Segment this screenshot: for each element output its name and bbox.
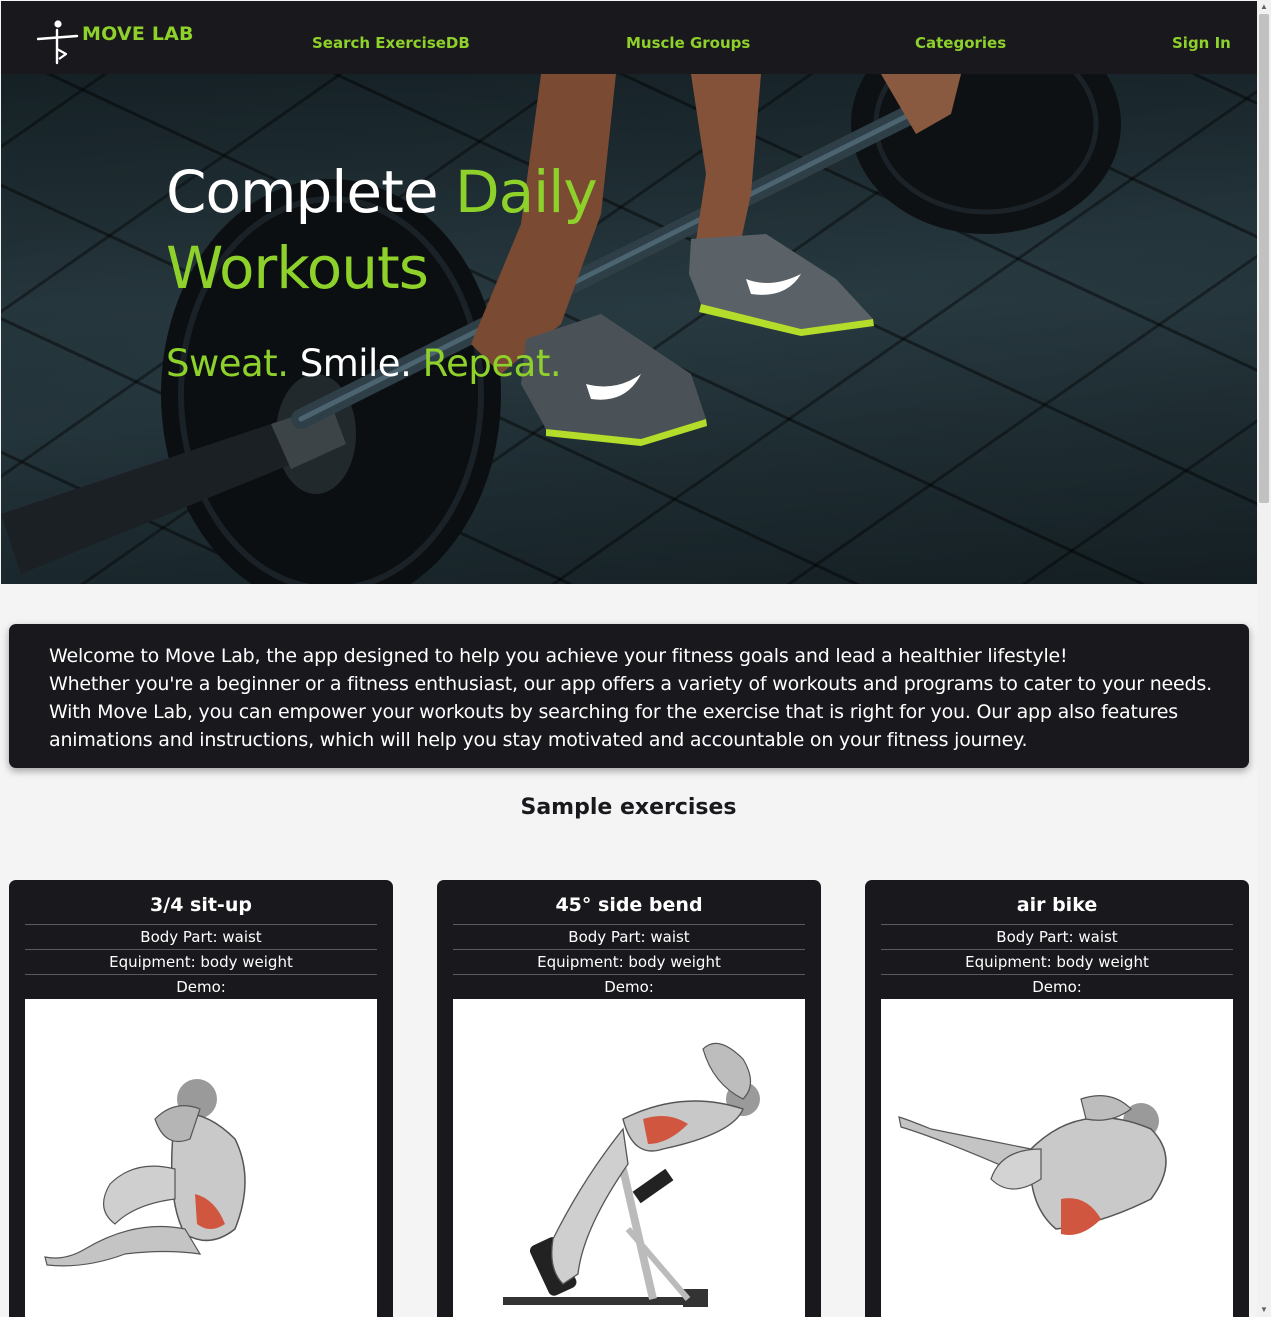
exercise-equipment: Equipment: body weight (25, 950, 377, 975)
scroll-up-arrow-icon[interactable]: ▲ (1259, 2, 1269, 12)
scroll-down-arrow-icon[interactable]: ▼ (1259, 1305, 1269, 1315)
exercise-equipment: Equipment: body weight (881, 950, 1233, 975)
exercise-demo-label: Demo: (1032, 978, 1082, 996)
hero-title: Complete Daily Workouts (166, 154, 686, 306)
exercise-card[interactable]: air bike Body Part: waist Equipment: bod… (865, 880, 1249, 1317)
air-bike-figure-illustration (898, 1095, 1167, 1235)
nav-categories[interactable]: Categories (915, 34, 1006, 52)
exercise-demo-image (25, 999, 377, 1317)
nav-sign-in[interactable]: Sign In (1172, 34, 1231, 52)
exercise-card[interactable]: 3/4 sit-up Body Part: waist Equipment: b… (9, 880, 393, 1317)
hero-deadlift-image (1, 74, 1121, 584)
exercise-name: 3/4 sit-up (25, 880, 377, 925)
sit-up-figure-illustration (44, 1079, 246, 1267)
exercise-demo-image (453, 999, 805, 1317)
tagline-repeat: Repeat. (411, 342, 562, 385)
exercise-demo-image (881, 999, 1233, 1317)
side-bend-figure-illustration (503, 1042, 760, 1307)
nav-muscle-groups[interactable]: Muscle Groups (626, 34, 750, 52)
exercise-demo-label: Demo: (176, 978, 226, 996)
exercise-demo-label: Demo: (604, 978, 654, 996)
top-navbar: MOVE LAB Search ExerciseDB Muscle Groups… (1, 1, 1257, 74)
stick-figure-icon (37, 20, 79, 65)
sample-exercises-heading: Sample exercises (520, 795, 737, 820)
hero-banner: Complete Daily Workouts Sweat. Smile. Re… (1, 74, 1257, 584)
hero-title-white: Complete (166, 158, 455, 226)
exercise-card[interactable]: 45° side bend Body Part: waist Equipment… (437, 880, 821, 1317)
hero-tagline: Sweat. Smile. Repeat. (166, 342, 562, 385)
tagline-smile: Smile. (288, 342, 412, 385)
welcome-line-1: Welcome to Move Lab, the app designed to… (49, 645, 1068, 667)
nav-search-exercisedb[interactable]: Search ExerciseDB (312, 34, 470, 52)
welcome-box: Welcome to Move Lab, the app designed to… (9, 624, 1249, 768)
welcome-line-2: Whether you're a beginner or a fitness e… (49, 673, 1212, 751)
exercise-body-part: Body Part: waist (453, 925, 805, 950)
brand-name: MOVE LAB (82, 23, 194, 45)
tagline-sweat: Sweat. (166, 342, 289, 385)
exercise-name: air bike (881, 880, 1233, 925)
scrollbar-thumb[interactable] (1259, 14, 1269, 503)
exercise-body-part: Body Part: waist (25, 925, 377, 950)
exercise-name: 45° side bend (453, 880, 805, 925)
exercise-body-part: Body Part: waist (881, 925, 1233, 950)
exercise-equipment: Equipment: body weight (453, 950, 805, 975)
